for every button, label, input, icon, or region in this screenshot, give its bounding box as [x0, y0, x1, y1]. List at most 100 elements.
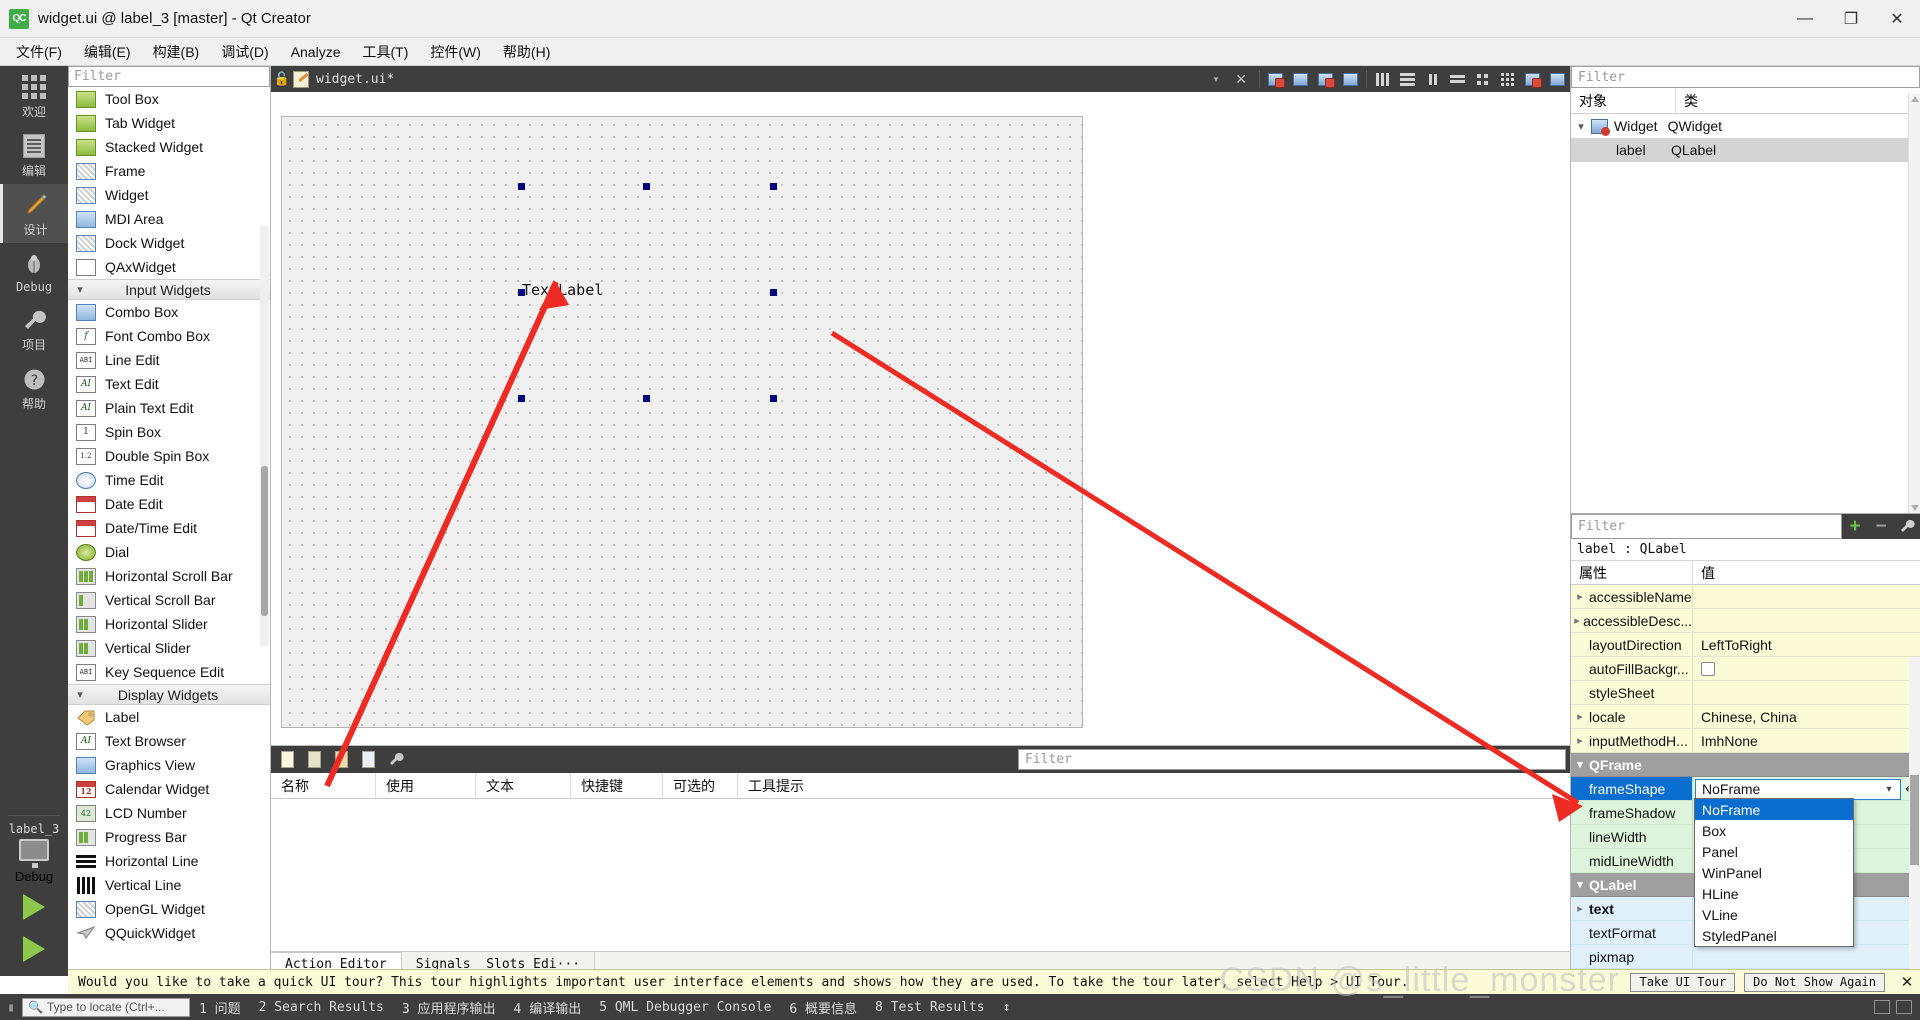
widget-item-dock-widget[interactable]: Dock Widget: [68, 231, 270, 255]
widget-item-horizontal-slider[interactable]: Horizontal Slider: [68, 612, 270, 636]
widget-item-progress-bar[interactable]: Progress Bar: [68, 825, 270, 849]
layout-form-icon[interactable]: [1470, 66, 1495, 92]
dropdown-option-winpanel[interactable]: WinPanel: [1695, 862, 1853, 883]
layout-grid-icon[interactable]: [1495, 66, 1520, 92]
widget-item-lcd-number[interactable]: 42 LCD Number: [68, 801, 270, 825]
widget-box-filter[interactable]: Filter: [68, 66, 270, 87]
chevron-right-icon[interactable]: ▸: [1571, 590, 1589, 603]
chevron-right-icon[interactable]: ▸: [1571, 710, 1589, 723]
activity-help[interactable]: ? 帮助: [0, 358, 68, 417]
widget-item-qaxwidget[interactable]: QAxWidget: [68, 255, 270, 279]
chevron-down-icon[interactable]: ▾: [1571, 878, 1589, 891]
new-action-icon[interactable]: [276, 748, 299, 771]
widget-item-stacked-widget[interactable]: Stacked Widget: [68, 135, 270, 159]
widget-item-date-edit[interactable]: Date Edit: [68, 492, 270, 516]
status-item-overview[interactable]: 6 概要信息: [780, 998, 866, 1017]
target-selector-icon[interactable]: [19, 839, 49, 868]
widget-item-tool-box[interactable]: Tool Box: [68, 87, 270, 111]
edit-buddies-icon[interactable]: [1313, 66, 1338, 92]
widget-item-mdi-area[interactable]: MDI Area: [68, 207, 270, 231]
object-inspector-scrollbar[interactable]: [1908, 94, 1920, 513]
selection-handle[interactable]: [518, 395, 525, 402]
layout-vertically-icon[interactable]: [1395, 66, 1420, 92]
adjust-size-icon[interactable]: [1545, 66, 1570, 92]
selection-handle[interactable]: [518, 183, 525, 190]
close-icon[interactable]: ✕: [1894, 973, 1920, 991]
property-group-qframe[interactable]: ▾ QFrame: [1571, 753, 1920, 777]
chevron-right-icon[interactable]: ▸: [1571, 734, 1589, 747]
sidebar-toggle-icon[interactable]: ▮: [0, 1000, 22, 1014]
column-checkable[interactable]: 可选的: [663, 772, 738, 799]
status-item-compile-output[interactable]: 4 编译输出: [505, 998, 591, 1017]
status-item-application-output[interactable]: 3 应用程序输出: [393, 998, 505, 1017]
selection-handle[interactable]: [770, 183, 777, 190]
column-used[interactable]: 使用: [376, 772, 476, 799]
widget-item-label[interactable]: Label: [68, 705, 270, 729]
dropdown-option-vline[interactable]: VLine: [1695, 904, 1853, 925]
column-text[interactable]: 文本: [476, 772, 571, 799]
locator-input[interactable]: 🔍 Type to locate (Ctrl+...: [22, 997, 190, 1017]
selection-handle[interactable]: [643, 183, 650, 190]
selection-handle[interactable]: [643, 395, 650, 402]
widget-item-line-edit[interactable]: ABI Line Edit: [68, 348, 270, 372]
scroll-down-arrow-icon[interactable]: [1911, 505, 1919, 511]
layout-splitter-horizontal-icon[interactable]: [1420, 66, 1445, 92]
plus-icon[interactable]: +: [1842, 514, 1868, 539]
menu-file[interactable]: 文件(F): [5, 39, 73, 65]
column-object[interactable]: 对象: [1571, 87, 1676, 114]
layout-horizontally-icon[interactable]: [1370, 66, 1395, 92]
minus-icon[interactable]: −: [1868, 514, 1894, 539]
widget-item-spin-box[interactable]: 1 Spin Box: [68, 420, 270, 444]
activity-projects[interactable]: 项目: [0, 299, 68, 358]
menu-debug[interactable]: 调试(D): [210, 39, 279, 65]
action-editor-rows[interactable]: [271, 799, 1570, 951]
chevron-down-icon[interactable]: ▾: [1571, 120, 1591, 133]
widget-item-dial[interactable]: Dial: [68, 540, 270, 564]
widget-item-opengl-widget[interactable]: OpenGL Widget: [68, 897, 270, 921]
copy-action-icon[interactable]: [303, 748, 326, 771]
status-item-test-results[interactable]: 8 Test Results: [866, 1000, 994, 1015]
activity-welcome[interactable]: 欢迎: [0, 66, 68, 125]
dropdown-option-box[interactable]: Box: [1695, 820, 1853, 841]
chevron-down-icon[interactable]: ▾: [1878, 784, 1900, 795]
selection-handle[interactable]: [770, 289, 777, 296]
take-ui-tour-button[interactable]: Take UI Tour: [1630, 972, 1736, 992]
widget-item-double-spin-box[interactable]: 1.2 Double Spin Box: [68, 444, 270, 468]
column-tooltip[interactable]: 工具提示: [738, 773, 1570, 799]
widget-item-graphics-view[interactable]: Graphics View: [68, 753, 270, 777]
property-editor-filter[interactable]: Filter: [1571, 514, 1842, 539]
widget-item-qquickwidget[interactable]: QQuickWidget: [68, 921, 270, 945]
restore-button[interactable]: ❐: [1828, 0, 1874, 38]
scroll-up-arrow-icon[interactable]: [1911, 96, 1919, 102]
widget-item-font-combo-box[interactable]: f Font Combo Box: [68, 324, 270, 348]
chevron-down-icon[interactable]: ▾: [1571, 758, 1589, 771]
form-label-textlabel[interactable]: TextLabel: [522, 281, 603, 299]
widget-item-tab-widget[interactable]: Tab Widget: [68, 111, 270, 135]
menu-edit[interactable]: 编辑(E): [73, 39, 142, 65]
frameshape-dropdown[interactable]: NoFrame Box Panel WinPanel HLine VLine S…: [1694, 798, 1854, 947]
widget-item-text-edit[interactable]: AI Text Edit: [68, 372, 270, 396]
status-item-qml-debugger-console[interactable]: 5 QML Debugger Console: [590, 1000, 780, 1015]
edit-widgets-icon[interactable]: [1263, 66, 1288, 92]
do-not-show-again-button[interactable]: Do Not Show Again: [1744, 972, 1885, 992]
chevron-down-icon[interactable]: ▾: [1206, 74, 1227, 85]
dropdown-option-styledpanel[interactable]: StyledPanel: [1695, 925, 1853, 946]
dropdown-option-panel[interactable]: Panel: [1695, 841, 1853, 862]
activity-debug[interactable]: Debug: [0, 243, 68, 299]
delete-action-icon[interactable]: [357, 748, 380, 771]
design-canvas[interactable]: TextLabel: [271, 92, 1570, 746]
wrench-icon[interactable]: [1894, 514, 1920, 539]
property-row-layoutDirection[interactable]: layoutDirection LeftToRight: [1571, 633, 1920, 657]
property-editor-scrollbar[interactable]: [1909, 657, 1920, 972]
minimize-button[interactable]: —: [1782, 0, 1828, 38]
scrollbar-thumb[interactable]: [261, 466, 268, 616]
run-button[interactable]: [23, 894, 45, 920]
widget-item-vertical-scroll-bar[interactable]: Vertical Scroll Bar: [68, 588, 270, 612]
property-value[interactable]: ImhNone: [1693, 729, 1920, 753]
widget-item-calendar-widget[interactable]: 12 Calendar Widget: [68, 777, 270, 801]
unlocked-icon[interactable]: 🔓: [271, 71, 293, 87]
widget-category-input-widgets[interactable]: ▾ Input Widgets: [68, 279, 270, 300]
updown-icon[interactable]: ↕: [994, 1000, 1020, 1015]
action-editor-filter[interactable]: Filter: [1018, 749, 1566, 770]
property-value[interactable]: [1693, 585, 1920, 609]
